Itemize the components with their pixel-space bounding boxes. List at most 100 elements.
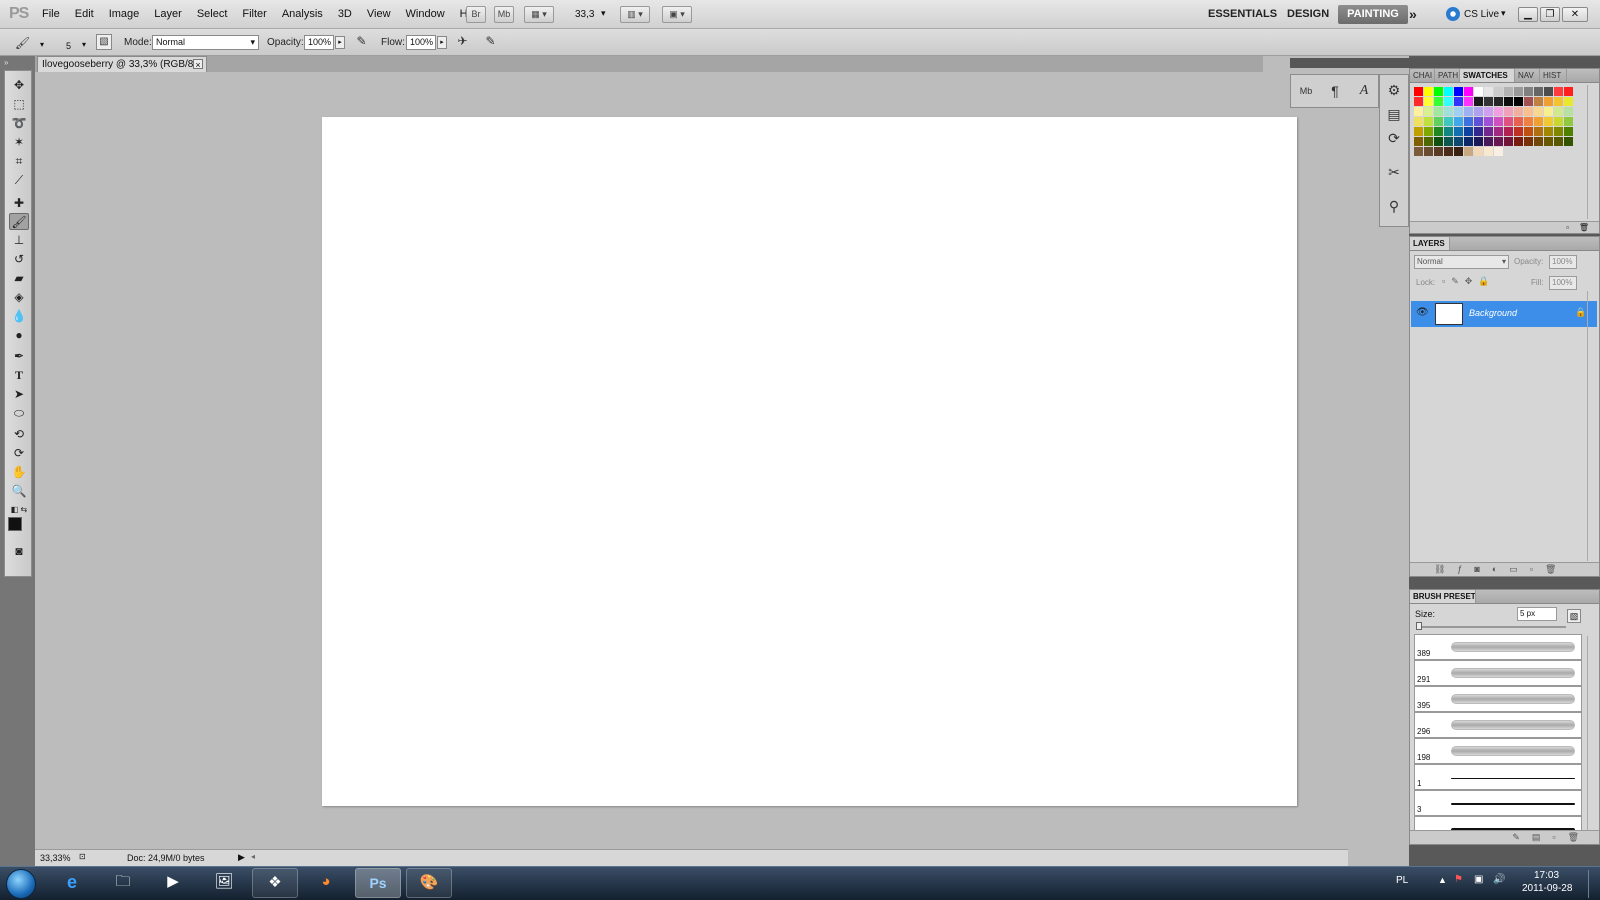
brush-size-input[interactable]: 5 px [1517, 607, 1557, 621]
color-swatch[interactable] [1534, 97, 1543, 106]
eyedropper-tool-icon[interactable]: ⟋ [9, 172, 29, 189]
color-swatch[interactable] [1484, 147, 1493, 156]
color-swatch[interactable] [1424, 97, 1433, 106]
color-swatch[interactable] [1484, 87, 1493, 96]
color-swatch[interactable] [1464, 107, 1473, 116]
brush-tool-preset-icon[interactable]: 🖌 [14, 35, 31, 52]
color-swatch[interactable] [1504, 107, 1513, 116]
color-swatch[interactable] [1554, 127, 1563, 136]
chevron-down-icon[interactable]: ▾ [601, 8, 606, 19]
show-hidden-icons-icon[interactable]: ▲ [1438, 875, 1447, 885]
brush-preset-item[interactable]: 395 [1414, 686, 1582, 712]
minimize-button[interactable]: ▁ [1518, 7, 1538, 22]
color-swatch[interactable] [1534, 107, 1543, 116]
brush-scrollbar[interactable] [1587, 636, 1596, 832]
color-swatch[interactable] [1544, 97, 1553, 106]
flow-slider-button[interactable]: ▸ [437, 36, 447, 49]
color-swatch[interactable] [1474, 117, 1483, 126]
workspace-painting[interactable]: PAINTING [1338, 5, 1408, 24]
color-swatch[interactable] [1514, 87, 1523, 96]
color-swatch[interactable] [1554, 97, 1563, 106]
color-swatch[interactable] [1504, 137, 1513, 146]
color-swatch[interactable] [1554, 87, 1563, 96]
color-swatch[interactable] [1444, 127, 1453, 136]
type-tool-icon[interactable]: T [9, 367, 29, 384]
color-swatch[interactable] [1464, 127, 1473, 136]
brush-size-slider-thumb[interactable] [1416, 622, 1422, 630]
tab-layers[interactable]: LAYERS [1410, 237, 1450, 250]
mini-bridge-button[interactable]: Mb [494, 6, 514, 23]
quick-mask-icon[interactable]: ◙ [9, 543, 29, 560]
view-extras-dropdown[interactable]: ▦ ▾ [524, 6, 554, 23]
color-swatch[interactable] [1514, 137, 1523, 146]
color-swatch[interactable] [1484, 107, 1493, 116]
color-swatch[interactable] [1494, 127, 1503, 136]
status-menu-arrow-icon[interactable]: ▶ [238, 852, 245, 863]
color-swatch[interactable] [1564, 107, 1573, 116]
clone-source-icon[interactable]: ▤ [1383, 103, 1405, 125]
collapse-tools-icon[interactable]: » [4, 58, 8, 67]
color-swatch[interactable] [1444, 107, 1453, 116]
internet-explorer-icon[interactable]: e [49, 868, 95, 898]
layer-fill-input[interactable]: 100% [1549, 276, 1577, 290]
color-swatch[interactable] [1494, 87, 1503, 96]
start-button[interactable] [6, 869, 36, 899]
color-swatch[interactable] [1444, 147, 1453, 156]
paint-icon[interactable]: 🎨 [406, 868, 452, 898]
language-indicator[interactable]: PL [1396, 875, 1408, 886]
color-swatch[interactable] [1474, 127, 1483, 136]
color-swatch[interactable] [1564, 127, 1573, 136]
color-swatch[interactable] [1514, 117, 1523, 126]
color-swatch[interactable] [1434, 117, 1443, 126]
document-canvas[interactable] [322, 117, 1297, 806]
history-brush-tool-icon[interactable]: ↺ [9, 251, 29, 268]
color-swatch[interactable] [1544, 117, 1553, 126]
color-swatch[interactable] [1414, 117, 1423, 126]
color-swatch[interactable] [1494, 97, 1503, 106]
color-swatch[interactable] [1504, 117, 1513, 126]
media-player-icon[interactable]: ▶ [150, 868, 196, 898]
screen-mode-dropdown[interactable]: ▣ ▾ [662, 6, 692, 23]
default-colors-icon[interactable]: ◧ ⇆ [9, 501, 29, 518]
pressure-size-icon[interactable]: ✎ [482, 33, 499, 50]
color-swatch[interactable] [1474, 97, 1483, 106]
menu-window[interactable]: Window [406, 8, 445, 20]
color-swatch[interactable] [1424, 87, 1433, 96]
clock-date[interactable]: 2011-09-28 [1522, 883, 1572, 894]
color-swatch[interactable] [1524, 107, 1533, 116]
color-swatch[interactable] [1554, 137, 1563, 146]
new-swatch-icon[interactable]: ▫ [1566, 223, 1569, 232]
color-swatch[interactable] [1564, 97, 1573, 106]
brush-preset-item[interactable]: 198 [1414, 738, 1582, 764]
tab-paths[interactable]: PATH [1435, 69, 1460, 82]
bridge-button[interactable]: Br [466, 6, 486, 23]
color-swatch[interactable] [1434, 147, 1443, 156]
color-swatch[interactable] [1564, 117, 1573, 126]
menu-analysis[interactable]: Analysis [282, 8, 323, 20]
color-swatch[interactable] [1514, 107, 1523, 116]
color-swatch[interactable] [1494, 107, 1503, 116]
mini-bridge-icon[interactable]: Mb [1295, 80, 1317, 102]
color-swatch[interactable] [1534, 137, 1543, 146]
flow-input[interactable]: 100% [406, 35, 436, 50]
airbrush-icon[interactable]: ✈ [454, 33, 471, 50]
color-swatch[interactable] [1424, 147, 1433, 156]
brush-preset-item[interactable]: 389 [1414, 634, 1582, 660]
color-swatch[interactable] [1544, 107, 1553, 116]
more-workspaces-icon[interactable]: » [1409, 6, 1417, 22]
menu-3d[interactable]: 3D [338, 8, 352, 20]
color-swatch[interactable] [1524, 137, 1533, 146]
color-swatch[interactable] [1454, 147, 1463, 156]
foreground-color-swatch[interactable] [8, 517, 22, 531]
layer-action-icons[interactable]: ⛓ƒ◙◐▭▫🗑 [1434, 564, 1568, 575]
color-swatch[interactable] [1514, 97, 1523, 106]
clone-stamp-tool-icon[interactable]: ⊥ [9, 232, 29, 249]
network-icon[interactable]: ▣ [1474, 874, 1483, 885]
workspace-design[interactable]: DESIGN [1287, 8, 1329, 20]
color-swatch[interactable] [1524, 97, 1533, 106]
color-swatch[interactable] [1494, 147, 1503, 156]
move-tool-icon[interactable]: ✥ [9, 77, 29, 94]
zoom-level-field[interactable]: 33,3 [575, 9, 594, 20]
volume-icon[interactable]: 🔊 [1493, 874, 1505, 885]
photoshop-taskbar-icon[interactable]: Ps [355, 868, 401, 898]
